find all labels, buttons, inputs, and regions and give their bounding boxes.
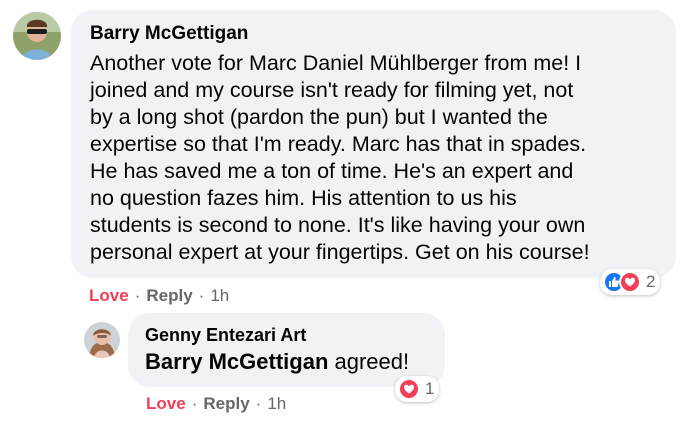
timestamp[interactable]: 1h <box>267 394 286 414</box>
reply-button[interactable]: Reply <box>146 286 192 306</box>
separator: · <box>255 394 262 413</box>
love-button[interactable]: Love <box>146 394 186 414</box>
love-icon <box>619 271 641 293</box>
comment-text-line: joined and my course isn't ready for fil… <box>90 78 574 102</box>
reply-author[interactable]: Genny Entezari Art <box>145 325 306 346</box>
comment-author[interactable]: Barry McGettigan <box>90 23 248 45</box>
comment-text-line: Another vote for Marc Daniel Mühlberger … <box>90 51 582 75</box>
separator: · <box>191 394 198 413</box>
comment-text-line: He has saved me a ton of time. He's an e… <box>90 159 574 183</box>
comment-text-line: personal expert at your fingertips. Get … <box>90 240 590 264</box>
separator: · <box>198 286 205 305</box>
timestamp[interactable]: 1h <box>210 286 229 306</box>
comment-actions: Love · Reply · 1h <box>89 286 229 306</box>
comment-thread: Barry McGettigan Another vote for Marc D… <box>0 0 700 422</box>
reaction-summary[interactable]: 2 <box>600 269 661 295</box>
comment-bubble: Barry McGettigan Another vote for Marc D… <box>71 10 676 278</box>
reaction-summary[interactable]: 1 <box>395 376 440 402</box>
reply-text: Barry McGettigan agreed! <box>145 349 409 375</box>
avatar-image <box>84 322 120 358</box>
reply-bubble: Genny Entezari Art Barry McGettigan agre… <box>128 313 445 387</box>
comment-text-line: by a long shot (pardon the pun) but I wa… <box>90 105 548 129</box>
separator: · <box>134 286 141 305</box>
reply-actions: Love · Reply · 1h <box>146 394 286 414</box>
mention-link[interactable]: Barry McGettigan <box>145 349 328 374</box>
reply-text-content: agreed! <box>328 349 410 374</box>
avatar[interactable] <box>13 12 61 60</box>
reaction-count: 2 <box>646 272 656 291</box>
love-button[interactable]: Love <box>89 286 129 306</box>
comment-text-line: no question fazes him. His attention to … <box>90 186 517 210</box>
reaction-count: 1 <box>425 379 435 398</box>
avatar[interactable] <box>84 322 120 358</box>
love-icon <box>398 378 420 400</box>
comment-text-line: expertise so that I'm ready. Marc has th… <box>90 132 587 156</box>
comment-text-line: students is second to none. It's like ha… <box>90 213 586 237</box>
avatar-image <box>13 12 61 60</box>
comment-text: Another vote for Marc Daniel Mühlberger … <box>90 50 680 266</box>
reply-button[interactable]: Reply <box>203 394 249 414</box>
